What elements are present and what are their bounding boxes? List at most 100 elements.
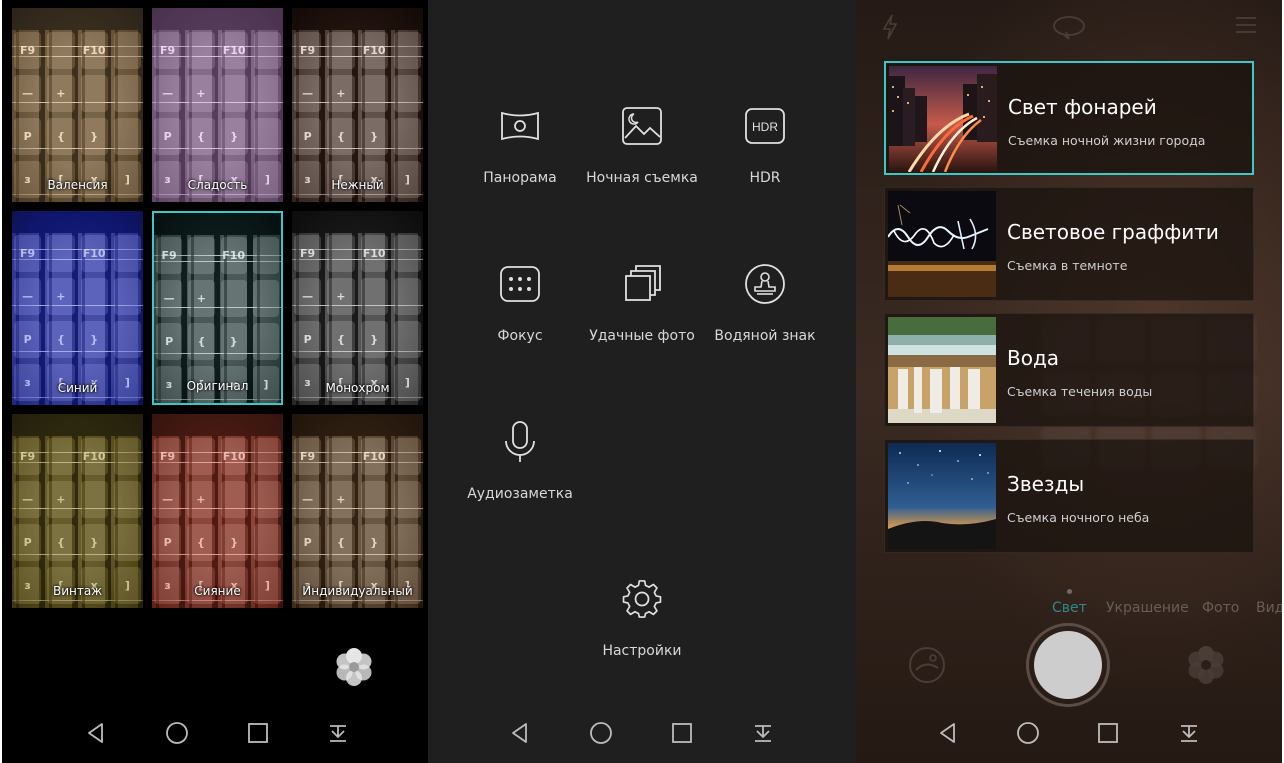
filter-grid: F9F10—+P{}з[x] Валенсия F9F10—+P{}з[x] С… [12,8,424,610]
night-shot-icon [622,107,662,145]
switch-camera-button[interactable] [1052,14,1086,44]
filter-screen: F9F10—+P{}з[x] Валенсия F9F10—+P{}з[x] С… [0,0,428,763]
back-icon [940,723,955,743]
settings-button[interactable]: Настройки [577,577,707,659]
mode-label: Ночная съемка [586,170,698,186]
microphone-icon [505,421,535,462]
back-button[interactable] [928,713,968,753]
home-icon [166,722,188,744]
tab-video[interactable]: Вид [1256,600,1282,616]
filter-toggle-button[interactable] [332,645,376,689]
pull-down-icon [1181,725,1197,742]
recents-icon [672,723,692,743]
filter-tile-monochrome[interactable]: F9F10—+P{}з[x] Монохром [292,211,423,405]
navigation-bar [428,703,856,763]
filter-tile-tender[interactable]: F9 F10— + P{} з[x] Нежный [292,8,423,202]
recents-icon [1098,723,1118,743]
flash-icon [882,14,898,40]
modes-screen: Панорама Ночная съемка HDR HDR Фокус Уда… [428,0,856,763]
filter-tile-custom[interactable]: F9 F10— + P{} з[x] Индивидуальный [292,414,423,608]
filter-tile-valencia[interactable]: F9F10—+P{}з[x] Валенсия [12,8,143,202]
menu-button[interactable] [1234,14,1258,40]
filter-label: Валенсия [47,178,108,192]
notification-button[interactable] [318,713,358,753]
pull-down-icon [755,725,771,742]
mode-watermark[interactable]: Водяной знак [700,262,830,344]
flower-icon [336,648,372,686]
filter-label: Винтаж [52,584,103,598]
card-water[interactable]: Вода Съемка течения воды [884,313,1254,427]
mode-label: Фокус [497,328,543,344]
gallery-icon [909,647,945,683]
shutter-button[interactable] [1026,623,1110,707]
filter-label: Оригинал [186,379,249,393]
mode-focus[interactable]: Фокус [455,262,585,344]
street-lights-thumbnail [889,66,997,172]
water-thumbnail [888,317,996,423]
pull-down-icon [330,725,346,742]
settings-label: Настройки [602,643,682,659]
mode-label: Удачные фото [589,328,695,344]
gear-icon [622,580,662,618]
flower-icon [1188,646,1224,684]
filter-label: Синий [57,381,98,395]
back-icon [512,723,527,743]
light-graffiti-thumbnail [888,191,996,297]
menu-icon [1236,17,1256,33]
tab-photo[interactable]: Фото [1202,600,1239,616]
active-tab-indicator [1067,589,1072,594]
home-icon [1017,722,1039,744]
light-painting-screen: Свет фонарей Съемка ночной жизни города … [856,0,1282,763]
recents-button[interactable] [662,713,702,753]
mode-label: Водяной знак [714,328,816,344]
focus-icon [500,266,540,302]
filter-button[interactable] [1184,643,1228,691]
tab-light[interactable]: Свет [1052,600,1087,616]
mode-audio-note[interactable]: Аудиозаметка [455,420,585,502]
home-button[interactable] [1008,713,1048,753]
home-button[interactable] [581,713,621,753]
filter-label: Монохром [325,381,390,395]
tab-decoration[interactable]: Украшение [1106,600,1189,616]
notification-button[interactable] [743,713,783,753]
mode-best-photo[interactable]: Удачные фото [577,262,707,344]
stars-thumbnail [888,443,996,549]
flash-button[interactable] [882,14,898,44]
gallery-button[interactable] [908,646,946,688]
filter-tile-sweetness[interactable]: F9F10—+P{}з[x] Сладость [152,8,283,202]
card-stars[interactable]: Звезды Съемка ночного неба [884,439,1254,553]
hdr-icon-text: HDR [752,120,778,134]
recents-icon [248,723,268,743]
card-title: Звезды [1007,472,1085,496]
home-icon [590,722,612,744]
home-button[interactable] [157,713,197,753]
mode-night-shot[interactable]: Ночная съемка [577,104,707,186]
card-light-graffiti[interactable]: Световое граффити Съемка в темноте [884,187,1254,301]
filter-label: Нежный [331,178,384,192]
card-title: Вода [1007,346,1060,370]
card-subtitle: Съемка течения воды [1007,384,1153,399]
filter-label: Сияние [194,584,241,598]
card-title: Световое граффити [1007,220,1219,244]
card-street-lights[interactable]: Свет фонарей Съемка ночной жизни города [884,61,1254,175]
filter-label: Сладость [187,178,248,192]
mode-hdr[interactable]: HDR HDR [700,104,830,186]
filter-label: Индивидуальный [302,584,413,598]
filter-tile-original[interactable]: F9 F10— + P{} з[x] Оригинал [152,211,283,405]
navigation-bar [2,703,428,763]
back-button[interactable] [500,713,540,753]
card-title: Свет фонарей [1008,95,1157,119]
filter-tile-blue[interactable]: F9F10—+P{}з[x] Синий [12,211,143,405]
mode-label: Аудиозаметка [467,486,573,502]
mode-panorama[interactable]: Панорама [455,104,585,186]
recents-button[interactable] [1088,713,1128,753]
filter-tile-vintage[interactable]: F9F10—+P{}з[x] Винтаж [12,414,143,608]
recents-button[interactable] [238,713,278,753]
filter-tile-glow[interactable]: F9F10—+P{}з[x] Сияние [152,414,283,608]
card-subtitle: Съемка ночного неба [1007,510,1150,525]
best-photo-icon [625,265,661,301]
back-button[interactable] [76,713,116,753]
notification-button[interactable] [1169,713,1209,753]
mode-label: HDR [749,170,781,186]
watermark-icon [745,264,785,304]
